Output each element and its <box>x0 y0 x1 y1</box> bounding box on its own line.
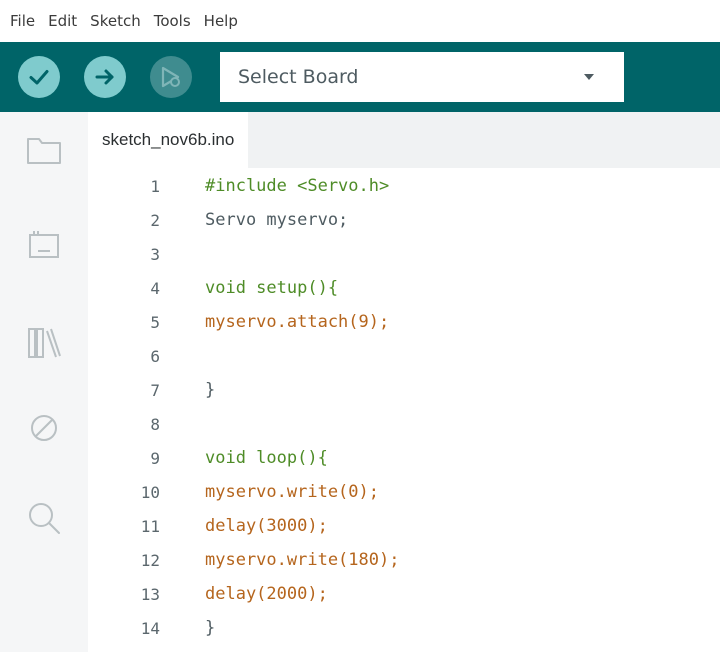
code-editor[interactable]: 1 #include <Servo.h> 2 Servo myservo; 3 … <box>88 168 720 652</box>
line-number: 1 <box>150 176 160 196</box>
line-number: 5 <box>150 312 160 332</box>
debug-button[interactable] <box>150 56 192 98</box>
code-text: Servo myservo; <box>205 210 349 230</box>
code-line: 3 <box>88 237 720 271</box>
line-number: 13 <box>140 584 160 604</box>
code-line: 2 Servo myservo; <box>88 203 720 237</box>
arrow-right-icon <box>95 69 114 85</box>
code-line: 14 } <box>88 611 720 645</box>
code-line: 8 <box>88 407 720 441</box>
code-line: 11 delay(3000); <box>88 509 720 543</box>
line-number: 12 <box>140 550 160 570</box>
line-number: 14 <box>140 618 160 638</box>
tab-sketch[interactable]: sketch_nov6b.ino <box>88 112 249 168</box>
line-number: 7 <box>150 380 160 400</box>
library-icon[interactable] <box>22 320 66 364</box>
board-select[interactable]: Select Board <box>220 52 624 102</box>
code-text: void setup(){ <box>205 278 339 298</box>
tab-label: sketch_nov6b.ino <box>102 130 235 149</box>
code-text: delay(3000); <box>205 516 328 536</box>
code-text: myservo.write(180); <box>205 550 400 570</box>
verify-button[interactable] <box>18 56 60 98</box>
code-text: void loop(){ <box>205 448 328 468</box>
chevron-down-icon <box>584 74 594 80</box>
toolbar: Select Board <box>0 42 720 112</box>
menu-tools[interactable]: Tools <box>154 12 191 30</box>
code-line: 10 myservo.write(0); <box>88 475 720 509</box>
code-text: delay(2000); <box>205 584 328 604</box>
code-line: 9 void loop(){ <box>88 441 720 475</box>
board-icon[interactable] <box>22 224 66 268</box>
menu-sketch[interactable]: Sketch <box>90 12 141 30</box>
code-line: 15 <box>88 645 720 652</box>
sidebar <box>0 112 88 652</box>
search-icon[interactable] <box>22 496 66 540</box>
code-text: } <box>205 618 216 638</box>
code-line: 13 delay(2000); <box>88 577 720 611</box>
folder-icon[interactable] <box>22 128 66 172</box>
line-number: 9 <box>150 448 160 468</box>
code-line: 6 <box>88 339 720 373</box>
tab-bar: sketch_nov6b.ino <box>88 112 720 168</box>
code-line: 4 void setup(){ <box>88 271 720 305</box>
code-line: 5 myservo.attach(9); <box>88 305 720 339</box>
code-text: myservo.write(0); <box>205 482 379 502</box>
board-select-label: Select Board <box>238 66 359 88</box>
code-line: 7 } <box>88 373 720 407</box>
line-number: 11 <box>140 516 160 536</box>
debug-icon <box>161 66 180 88</box>
menu-help[interactable]: Help <box>204 12 238 30</box>
menu-edit[interactable]: Edit <box>48 12 77 30</box>
code-text: } <box>205 380 216 400</box>
code-text: #include <Servo.h> <box>205 176 390 196</box>
code-line: 1 #include <Servo.h> <box>88 169 720 203</box>
upload-button[interactable] <box>84 56 126 98</box>
code-text: myservo.attach(9); <box>205 312 390 332</box>
line-number: 2 <box>150 210 160 230</box>
debug-disabled-icon[interactable] <box>22 406 66 450</box>
line-number: 10 <box>140 482 160 502</box>
menu-file[interactable]: File <box>10 12 35 30</box>
line-number: 3 <box>150 244 160 264</box>
line-number: 8 <box>150 414 160 434</box>
line-number: 6 <box>150 346 160 366</box>
line-number: 4 <box>150 278 160 298</box>
code-line: 12 myservo.write(180); <box>88 543 720 577</box>
checkmark-icon <box>29 70 49 85</box>
menu-bar: File Edit Sketch Tools Help <box>0 0 720 42</box>
